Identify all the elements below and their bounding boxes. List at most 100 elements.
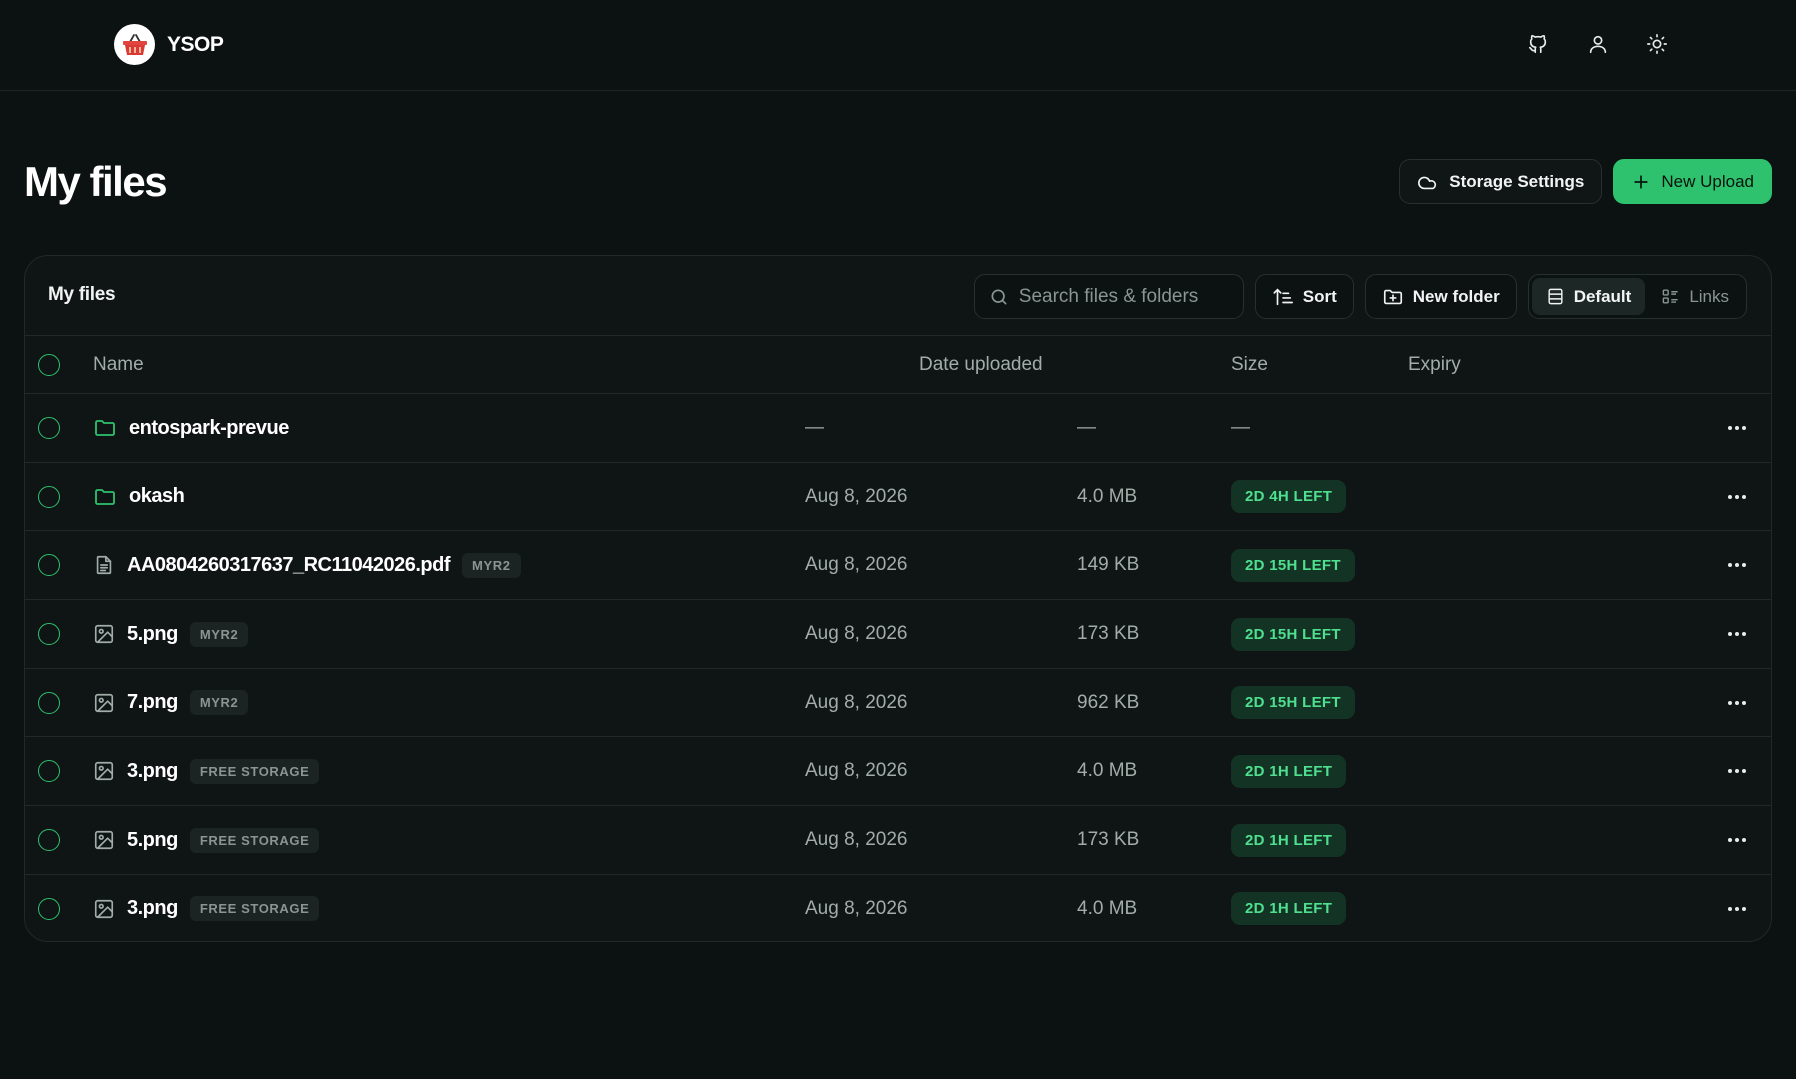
more-options-icon[interactable] <box>1725 759 1749 783</box>
expiry-cell: 2D 15H LEFT <box>1231 669 1355 737</box>
date-uploaded: Aug 8, 2026 <box>805 897 908 919</box>
more-options-icon[interactable] <box>1725 897 1749 921</box>
more-options-icon[interactable] <box>1725 828 1749 852</box>
file-name-cell: 3.png FREE STORAGE <box>93 875 320 941</box>
file-size: 4.0 MB <box>1077 760 1138 782</box>
more-options-icon[interactable] <box>1725 416 1749 440</box>
image-icon <box>93 898 115 920</box>
table-row[interactable]: AA0804260317637_RC11042026.pdf MYR2 Aug … <box>25 531 1771 601</box>
file-name[interactable]: 3.png <box>127 897 178 920</box>
new-folder-button[interactable]: New folder <box>1364 274 1517 319</box>
file-name[interactable]: okash <box>129 485 185 508</box>
file-size: 149 KB <box>1077 554 1140 576</box>
row-checkbox[interactable] <box>38 760 60 783</box>
file-name[interactable]: 5.png <box>127 829 178 852</box>
storage-tag: FREE STORAGE <box>189 827 320 853</box>
expiry-empty: — <box>1231 417 1250 438</box>
more-options-icon[interactable] <box>1725 485 1749 509</box>
expiry-badge: 2D 1H LEFT <box>1231 892 1347 926</box>
expiry-badge: 2D 1H LEFT <box>1231 754 1347 788</box>
file-size: — <box>1077 417 1096 438</box>
view-toggle: Default Links <box>1527 274 1747 319</box>
expiry-cell: 2D 1H LEFT <box>1231 737 1347 805</box>
file-name[interactable]: AA0804260317637_RC11042026.pdf <box>127 554 451 577</box>
more-options-icon[interactable] <box>1725 691 1749 715</box>
storage-settings-button[interactable]: Storage Settings <box>1399 159 1603 204</box>
file-name-cell: 3.png FREE STORAGE <box>93 737 320 805</box>
column-name[interactable]: Name <box>93 354 144 376</box>
table-row[interactable]: 3.png FREE STORAGE Aug 8, 2026 4.0 MB 2D… <box>25 737 1771 807</box>
date-uploaded: — <box>805 417 824 438</box>
folder-plus-icon <box>1383 289 1402 304</box>
column-date[interactable]: Date uploaded <box>919 354 1043 376</box>
file-list: entospark-prevue — — — okash Aug 8, 2026… <box>25 394 1771 941</box>
file-size: 4.0 MB <box>1077 897 1138 919</box>
file-name-cell: entospark-prevue <box>93 394 289 462</box>
plus-icon <box>1634 174 1649 189</box>
sort-icon <box>1273 287 1293 305</box>
table-header: Name Date uploaded Size Expiry <box>25 336 1771 394</box>
more-options-icon[interactable] <box>1725 553 1749 577</box>
panel-header: My files Search files & folders Sort New… <box>25 256 1771 336</box>
view-default-label: Default <box>1573 286 1632 306</box>
header-actions: Storage Settings New Upload <box>1399 159 1772 204</box>
date-uploaded: Aug 8, 2026 <box>805 760 908 782</box>
file-size: 962 KB <box>1077 691 1140 713</box>
table-row[interactable]: 3.png FREE STORAGE Aug 8, 2026 4.0 MB 2D… <box>25 875 1771 941</box>
table-row[interactable]: okash Aug 8, 2026 4.0 MB 2D 4H LEFT <box>25 463 1771 532</box>
brand[interactable]: YSOP <box>114 24 224 65</box>
table-row[interactable]: 5.png FREE STORAGE Aug 8, 2026 173 KB 2D… <box>25 806 1771 875</box>
table-row[interactable]: 7.png MYR2 Aug 8, 2026 962 KB 2D 15H LEF… <box>25 669 1771 738</box>
folder-icon <box>93 416 117 440</box>
column-expiry[interactable]: Expiry <box>1408 354 1461 376</box>
sort-button[interactable]: Sort <box>1254 274 1354 319</box>
search-placeholder: Search files & folders <box>1018 285 1199 307</box>
expiry-badge: 2D 4H LEFT <box>1231 480 1347 514</box>
panel-title: My files <box>48 284 116 305</box>
search-icon <box>991 289 1007 304</box>
file-name[interactable]: 5.png <box>127 623 178 646</box>
file-name-cell: 5.png MYR2 <box>93 600 249 668</box>
file-name[interactable]: 7.png <box>127 691 178 714</box>
file-name-cell: 5.png FREE STORAGE <box>93 806 320 874</box>
view-links-option[interactable]: Links <box>1647 278 1743 315</box>
image-icon <box>93 623 115 645</box>
cloud-icon <box>1418 176 1437 189</box>
image-icon <box>93 692 115 714</box>
row-checkbox[interactable] <box>38 691 60 714</box>
github-icon[interactable] <box>1522 28 1554 60</box>
table-row[interactable]: 5.png MYR2 Aug 8, 2026 173 KB 2D 15H LEF… <box>25 600 1771 669</box>
list-icon <box>1662 289 1678 304</box>
storage-tag: MYR2 <box>189 690 249 716</box>
search-input[interactable]: Search files & folders <box>973 274 1244 319</box>
row-checkbox[interactable] <box>38 897 60 920</box>
view-default-option[interactable]: Default <box>1531 278 1646 315</box>
table-row[interactable]: entospark-prevue — — — <box>25 394 1771 463</box>
new-upload-button[interactable]: New Upload <box>1613 159 1772 204</box>
select-all-checkbox[interactable] <box>38 354 60 376</box>
date-uploaded: Aug 8, 2026 <box>805 829 908 851</box>
file-name[interactable]: 3.png <box>127 760 178 783</box>
row-checkbox[interactable] <box>38 623 60 646</box>
more-options-icon[interactable] <box>1725 622 1749 646</box>
sun-icon[interactable] <box>1641 28 1673 60</box>
toolbar: Search files & folders Sort New folder D… <box>973 274 1747 319</box>
row-checkbox[interactable] <box>38 485 60 508</box>
table-icon <box>1548 288 1563 305</box>
file-size: 173 KB <box>1077 829 1140 851</box>
row-checkbox[interactable] <box>38 829 60 852</box>
row-checkbox[interactable] <box>38 554 60 577</box>
file-name-cell: 7.png MYR2 <box>93 669 249 737</box>
storage-tag: MYR2 <box>462 552 521 578</box>
user-icon[interactable] <box>1582 28 1614 60</box>
expiry-cell: 2D 15H LEFT <box>1231 600 1355 668</box>
new-upload-label: New Upload <box>1661 171 1754 191</box>
file-name[interactable]: entospark-prevue <box>129 417 289 440</box>
row-checkbox[interactable] <box>38 417 60 439</box>
file-text-icon <box>93 554 115 576</box>
expiry-badge: 2D 15H LEFT <box>1231 686 1355 720</box>
column-size[interactable]: Size <box>1231 354 1268 376</box>
storage-tag: MYR2 <box>189 621 249 647</box>
sort-label: Sort <box>1302 286 1337 306</box>
files-panel: My files Search files & folders Sort New… <box>24 255 1772 942</box>
